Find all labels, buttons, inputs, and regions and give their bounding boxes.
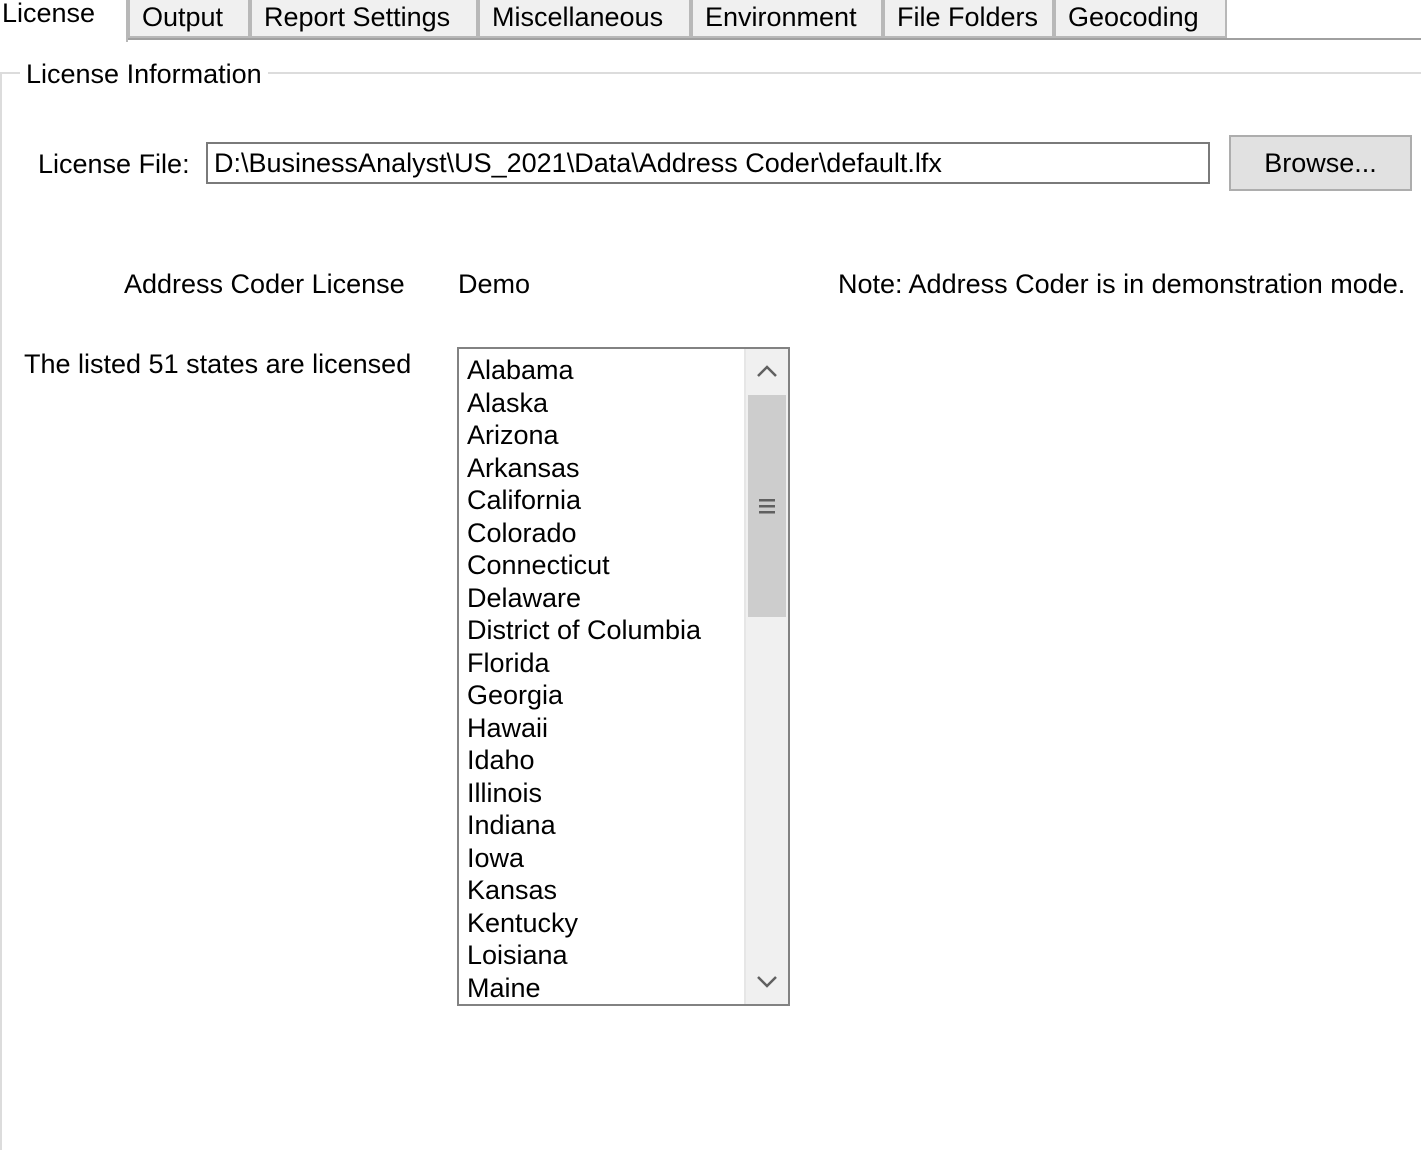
list-item[interactable]: Colorado bbox=[467, 517, 740, 550]
tab-geocoding[interactable]: Geocoding bbox=[1054, 0, 1227, 38]
tab-output[interactable]: Output bbox=[128, 0, 250, 38]
list-item[interactable]: Arizona bbox=[467, 419, 740, 452]
chevron-up-icon[interactable] bbox=[746, 349, 788, 393]
tab-miscellaneous[interactable]: Miscellaneous bbox=[478, 0, 691, 38]
grip-icon bbox=[759, 499, 775, 514]
chevron-down-icon[interactable] bbox=[746, 960, 788, 1004]
list-item[interactable]: Loisiana bbox=[467, 939, 740, 972]
list-item[interactable]: Connecticut bbox=[467, 549, 740, 582]
list-item[interactable]: Idaho bbox=[467, 744, 740, 777]
list-item[interactable]: Hawaii bbox=[467, 712, 740, 745]
list-item[interactable]: Kansas bbox=[467, 874, 740, 907]
demo-mode-note: Note: Address Coder is in demonstration … bbox=[838, 269, 1406, 299]
tab-report-settings[interactable]: Report Settings bbox=[250, 0, 478, 38]
address-coder-license-value: Demo bbox=[458, 269, 531, 299]
list-item[interactable]: Alaska bbox=[467, 387, 740, 420]
list-item[interactable]: Arkansas bbox=[467, 452, 740, 485]
tab-environment[interactable]: Environment bbox=[691, 0, 883, 38]
address-coder-license-label: Address Coder License bbox=[124, 269, 405, 299]
states-listbox[interactable]: Alabama Alaska Arizona Arkansas California Co… bbox=[457, 347, 790, 1006]
license-file-input[interactable]: D:\BusinessAnalyst\US_2021\Data\Address … bbox=[206, 142, 1210, 184]
tab-strip-border bbox=[128, 38, 1421, 40]
list-item[interactable]: Kentucky bbox=[467, 907, 740, 940]
list-item[interactable]: Delaware bbox=[467, 582, 740, 615]
browse-button[interactable]: Browse... bbox=[1229, 135, 1412, 191]
list-item[interactable]: Indiana bbox=[467, 809, 740, 842]
list-item[interactable]: District of Columbia bbox=[467, 614, 740, 647]
group-border-left bbox=[0, 72, 2, 1150]
group-title: License Information bbox=[20, 58, 268, 90]
tab-strip: License Output Report Settings Miscellan… bbox=[0, 0, 1421, 42]
list-item[interactable]: Alabama bbox=[467, 354, 740, 387]
tab-license[interactable]: License bbox=[0, 0, 128, 42]
license-file-label: License File: bbox=[38, 149, 190, 179]
vertical-scrollbar[interactable] bbox=[744, 349, 788, 1004]
list-item[interactable]: California bbox=[467, 484, 740, 517]
list-item[interactable]: Iowa bbox=[467, 842, 740, 875]
list-item[interactable]: Maine bbox=[467, 972, 740, 1005]
list-item[interactable]: Illinois bbox=[467, 777, 740, 810]
list-item[interactable]: Georgia bbox=[467, 679, 740, 712]
scrollbar-thumb[interactable] bbox=[748, 395, 786, 617]
licensed-states-label: The listed 51 states are licensed bbox=[24, 349, 412, 379]
list-item[interactable]: Florida bbox=[467, 647, 740, 680]
states-list-items: Alabama Alaska Arizona Arkansas California Co… bbox=[467, 354, 740, 1004]
tab-file-folders[interactable]: File Folders bbox=[883, 0, 1054, 38]
